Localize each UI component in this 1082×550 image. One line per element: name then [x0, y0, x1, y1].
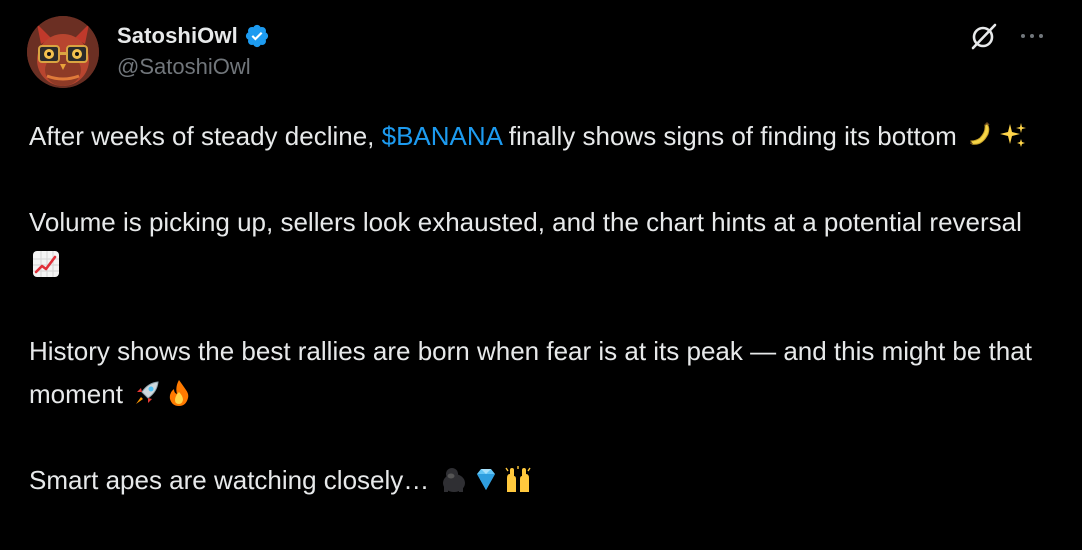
verified-badge-icon [244, 23, 270, 49]
post-paragraph-2: Volume is picking up, sellers look exhau… [29, 201, 1049, 287]
banana-emoji-icon [966, 120, 996, 150]
display-name[interactable]: SatoshiOwl [117, 23, 238, 49]
post-paragraph-1: After weeks of steady decline, $BANANA f… [29, 115, 1049, 158]
raising-hands-emoji-icon [503, 464, 533, 494]
post-text: finally shows signs of finding its botto… [501, 121, 965, 151]
post-body: After weeks of steady decline, $BANANA f… [29, 115, 1049, 502]
post-paragraph-4: Smart apes are watching closely… [29, 459, 1049, 502]
grok-slash-icon[interactable] [968, 20, 1000, 52]
tweet-card: SatoshiOwl @SatoshiOwl After weeks of st… [0, 0, 1082, 550]
gorilla-emoji-icon [439, 464, 469, 494]
more-dots-icon[interactable] [1016, 22, 1048, 50]
fire-emoji-icon [164, 378, 194, 408]
author-header: SatoshiOwl @SatoshiOwl [117, 20, 270, 80]
post-text: Volume is picking up, sellers look exhau… [29, 207, 1022, 237]
post-paragraph-3: History shows the best rallies are born … [29, 330, 1049, 416]
sparkles-emoji-icon [998, 120, 1028, 150]
chart-increasing-emoji-icon [31, 249, 61, 279]
gem-emoji-icon [471, 464, 501, 494]
cashtag-link[interactable]: $BANANA [382, 121, 502, 151]
user-handle[interactable]: @SatoshiOwl [117, 54, 270, 80]
name-row: SatoshiOwl [117, 20, 270, 52]
post-text: After weeks of steady decline, [29, 121, 382, 151]
post-text: Smart apes are watching closely… [29, 465, 437, 495]
owl-avatar[interactable] [27, 16, 99, 88]
rocket-emoji-icon [132, 378, 162, 408]
